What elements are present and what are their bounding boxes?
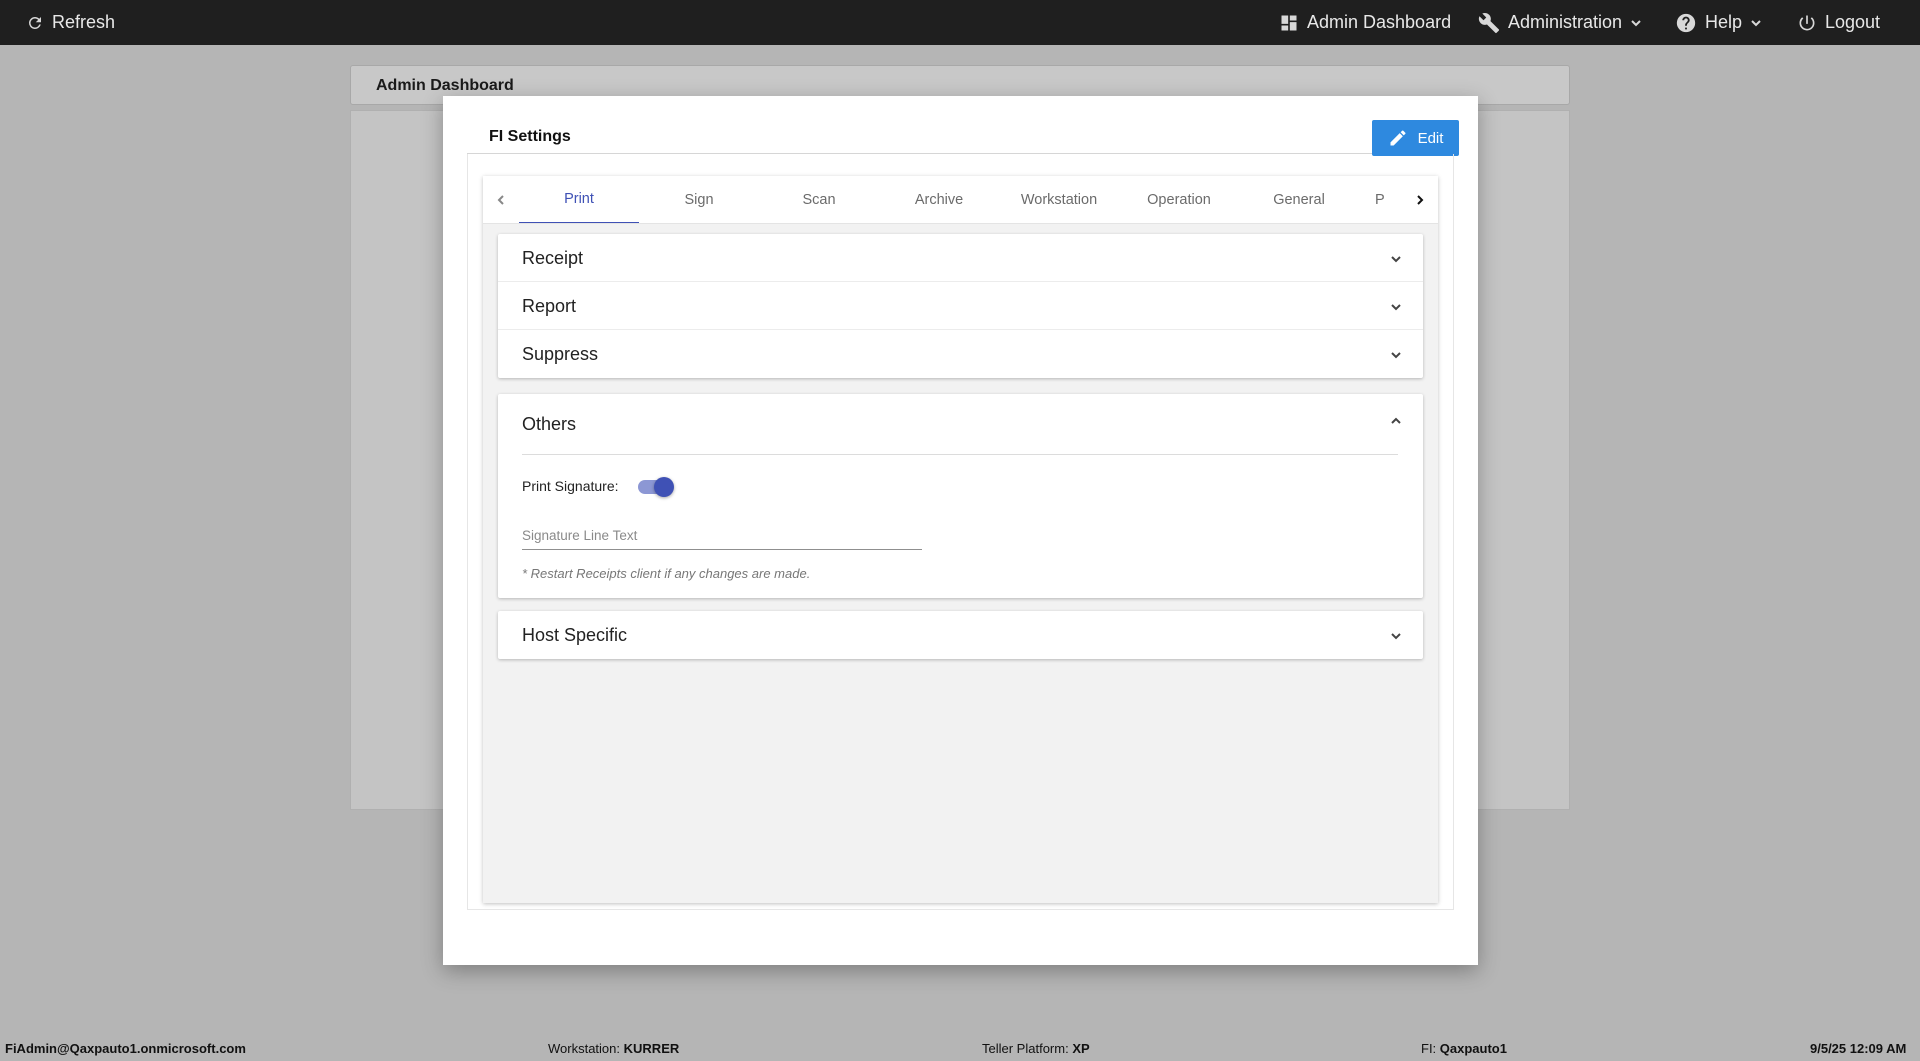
tab-scroll-left[interactable] — [483, 176, 519, 223]
status-workstation: Workstation: KURRER — [548, 1041, 679, 1056]
section-host-specific[interactable]: Host Specific — [498, 611, 1423, 659]
status-teller-value: XP — [1072, 1041, 1090, 1056]
print-signature-toggle[interactable] — [636, 477, 674, 497]
modal-title: FI Settings — [489, 128, 571, 145]
status-fi: FI: Qaxpauto1 — [1421, 1041, 1507, 1056]
status-workstation-label: Workstation: — [548, 1041, 621, 1056]
wrench-icon — [1478, 12, 1500, 33]
admin-dashboard-link[interactable]: Admin Dashboard — [1279, 0, 1451, 45]
refresh-label: Refresh — [52, 12, 116, 32]
print-sections-group: Receipt Report Suppress — [498, 234, 1423, 378]
section-report[interactable]: Report — [498, 282, 1423, 330]
status-fi-label: FI: — [1421, 1041, 1437, 1056]
chevron-down-icon — [1631, 19, 1641, 26]
chevron-down-icon — [1751, 19, 1761, 26]
logout-button[interactable]: Logout — [1797, 0, 1880, 45]
chevron-right-icon — [1417, 195, 1424, 205]
signature-line-text-input[interactable] — [522, 522, 922, 550]
chevron-down-icon — [1389, 300, 1403, 319]
background-card-title: Admin Dashboard — [376, 77, 514, 94]
logout-label: Logout — [1825, 12, 1881, 32]
section-receipt[interactable]: Receipt — [498, 234, 1423, 282]
edit-label: Edit — [1417, 129, 1444, 147]
tab-workstation[interactable]: Workstation — [999, 176, 1119, 223]
tab-scan[interactable]: Scan — [759, 176, 879, 223]
tab-scroll-right[interactable] — [1402, 176, 1438, 223]
tab-general[interactable]: General — [1239, 176, 1359, 223]
section-others: Others Print Signature: * Restart Receip… — [498, 394, 1423, 598]
dashboard-icon — [1281, 15, 1297, 30]
restart-note: * Restart Receipts client if any changes… — [522, 566, 811, 581]
status-fi-value: Qaxpauto1 — [1439, 1041, 1507, 1056]
tab-partial[interactable]: P — [1359, 176, 1403, 223]
status-datetime: 9/5/25 12:09 AM — [1810, 1041, 1907, 1056]
admin-dashboard-label: Admin Dashboard — [1307, 12, 1452, 32]
toggle-knob — [654, 477, 674, 497]
section-suppress[interactable]: Suppress — [498, 330, 1423, 378]
section-report-title: Report — [522, 296, 577, 316]
status-teller-label: Teller Platform: — [982, 1041, 1069, 1056]
section-receipt-title: Receipt — [522, 248, 584, 268]
tab-archive[interactable]: Archive — [879, 176, 999, 223]
chevron-left-icon — [497, 195, 504, 205]
help-icon — [1676, 13, 1696, 32]
refresh-icon — [28, 16, 41, 29]
chevron-down-icon — [1389, 252, 1403, 271]
section-host-specific-title: Host Specific — [522, 625, 628, 645]
power-icon — [1799, 15, 1815, 30]
pencil-icon — [1390, 130, 1406, 146]
section-others-header[interactable]: Others — [498, 394, 1423, 454]
status-teller-platform: Teller Platform: XP — [982, 1041, 1090, 1056]
help-menu[interactable]: Help — [1675, 0, 1762, 45]
status-user: FiAdmin@Qaxpauto1.onmicrosoft.com — [5, 1041, 246, 1056]
chevron-up-icon — [1389, 414, 1403, 433]
help-label: Help — [1705, 12, 1743, 32]
chevron-down-icon — [1389, 348, 1403, 367]
refresh-button[interactable]: Refresh — [26, 0, 115, 45]
section-suppress-title: Suppress — [522, 344, 599, 364]
print-signature-label: Print Signature: — [522, 478, 619, 494]
top-nav-bar: Refresh Admin Dashboard Administration H… — [0, 0, 1920, 45]
chevron-down-icon — [1389, 629, 1403, 648]
section-divider — [522, 454, 1398, 455]
settings-tabbar: Print Sign Scan Archive Workstation Oper… — [483, 176, 1438, 224]
section-host-specific-group: Host Specific — [498, 611, 1423, 659]
fi-settings-modal: FI Settings Edit Print Sign Scan Archive… — [443, 96, 1478, 965]
settings-content-panel: Print Sign Scan Archive Workstation Oper… — [483, 176, 1438, 903]
tab-print[interactable]: Print — [519, 176, 639, 223]
administration-menu[interactable]: Administration — [1478, 0, 1642, 45]
administration-label: Administration — [1508, 12, 1623, 32]
status-bar: FiAdmin@Qaxpauto1.onmicrosoft.com Workst… — [0, 1036, 1920, 1061]
modal-header: FI Settings — [467, 120, 1454, 154]
tab-operation[interactable]: Operation — [1119, 176, 1239, 223]
tab-sign[interactable]: Sign — [639, 176, 759, 223]
edit-button[interactable]: Edit — [1372, 120, 1459, 156]
status-workstation-value: KURRER — [623, 1041, 680, 1056]
section-others-title: Others — [522, 414, 577, 434]
